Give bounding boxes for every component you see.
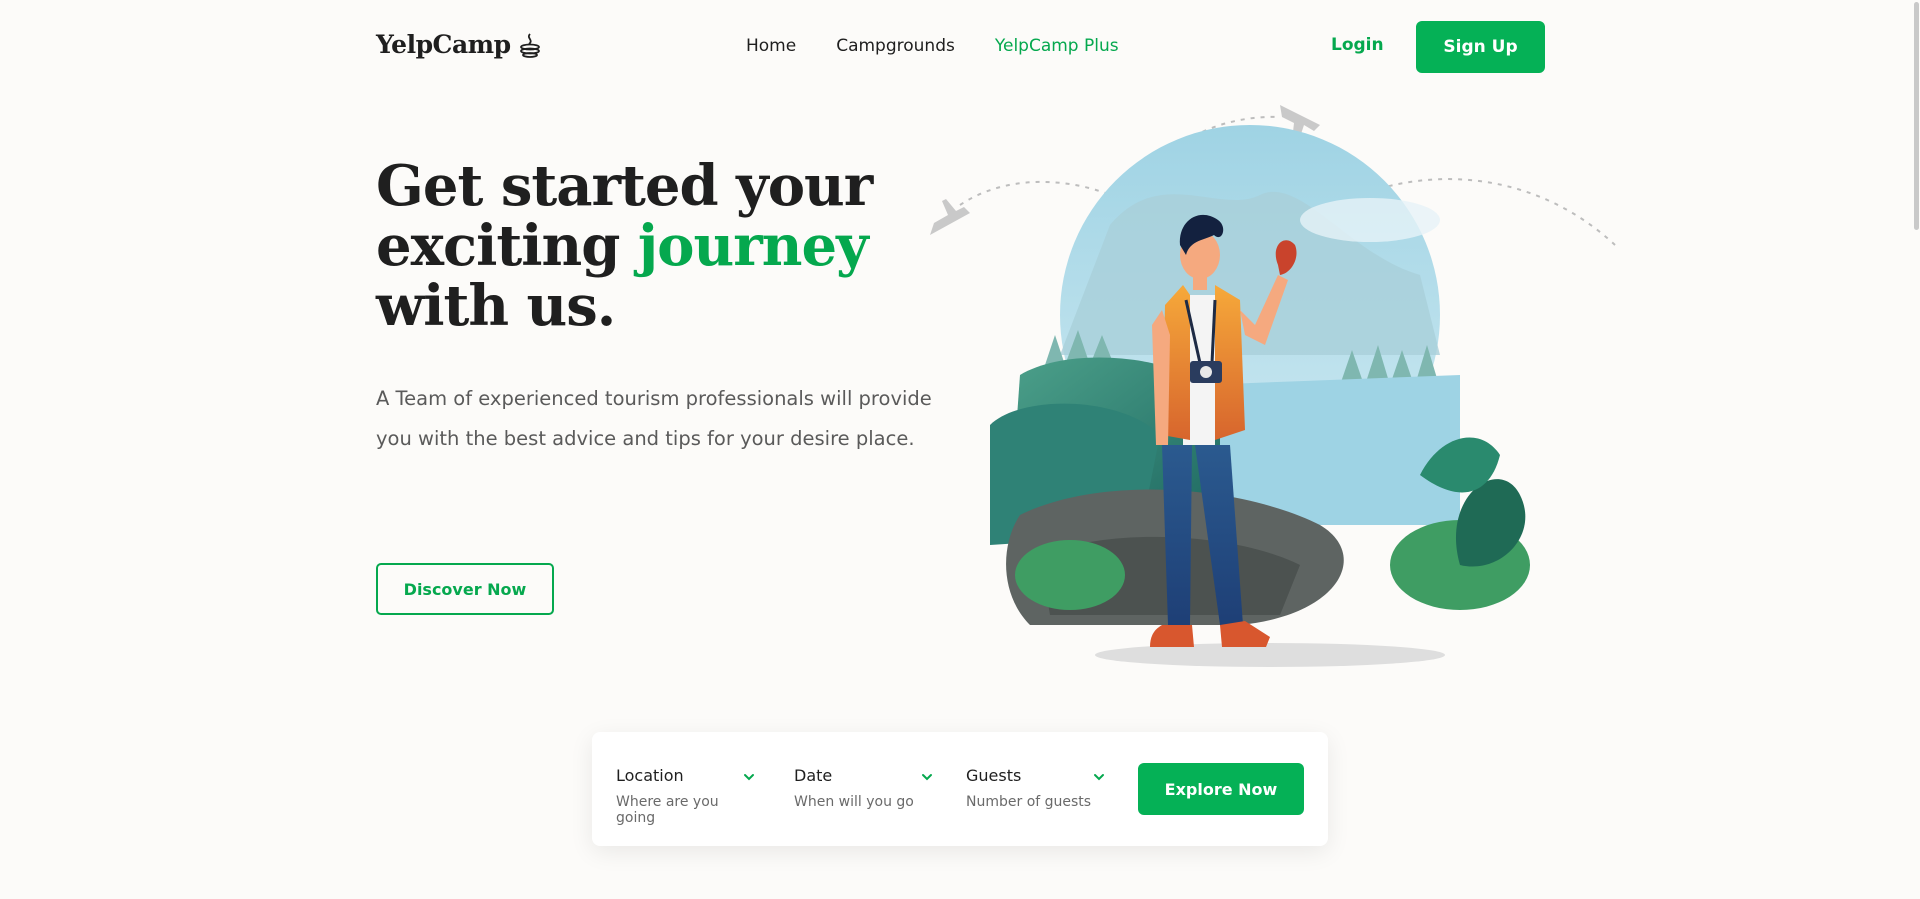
- main-nav: Home Campgrounds YelpCamp Plus: [746, 36, 1119, 56]
- guests-field[interactable]: Guests Number of guests: [966, 766, 1112, 810]
- logo[interactable]: YelpCamp: [376, 30, 543, 59]
- brand-name: YelpCamp: [376, 30, 511, 59]
- scrollbar-thumb[interactable]: [1914, 2, 1919, 230]
- location-placeholder: Where are you going: [616, 794, 719, 826]
- location-label: Location: [616, 766, 684, 785]
- campfire-icon: [519, 32, 540, 58]
- search-panel: Location Where are you going Date When w…: [592, 732, 1328, 846]
- nav-campgrounds[interactable]: Campgrounds: [836, 36, 955, 56]
- signup-button[interactable]: Sign Up: [1416, 21, 1545, 73]
- date-placeholder: When will you go: [794, 794, 914, 810]
- location-field[interactable]: Location Where are you going: [616, 766, 762, 826]
- site-header: YelpCamp Home Campgrounds YelpCamp Plus …: [0, 0, 1920, 96]
- date-label: Date: [794, 766, 833, 785]
- hero-title: Get started your exciting journey with u…: [376, 156, 936, 336]
- hero-title-line-2a: exciting: [376, 213, 638, 279]
- hero-title-line-3: with us.: [376, 273, 616, 339]
- chevron-down-icon[interactable]: [1092, 770, 1106, 784]
- hero-description: A Team of experienced tourism profession…: [376, 387, 932, 450]
- explore-now-button[interactable]: Explore Now: [1138, 763, 1304, 815]
- hero-title-line-1: Get started your: [376, 153, 873, 219]
- nav-home[interactable]: Home: [746, 36, 796, 56]
- scrollbar[interactable]: [1912, 0, 1920, 899]
- login-link[interactable]: Login: [1331, 35, 1384, 55]
- hero-illustration: [930, 105, 1616, 667]
- guests-label: Guests: [966, 766, 1022, 785]
- chevron-down-icon[interactable]: [742, 770, 756, 784]
- guests-placeholder: Number of guests: [966, 794, 1092, 810]
- nav-yelpcamp-plus[interactable]: YelpCamp Plus: [995, 36, 1119, 56]
- date-field[interactable]: Date When will you go: [794, 766, 940, 810]
- hero-title-highlight: journey: [637, 213, 869, 279]
- chevron-down-icon[interactable]: [920, 770, 934, 784]
- discover-now-button[interactable]: Discover Now: [376, 563, 554, 615]
